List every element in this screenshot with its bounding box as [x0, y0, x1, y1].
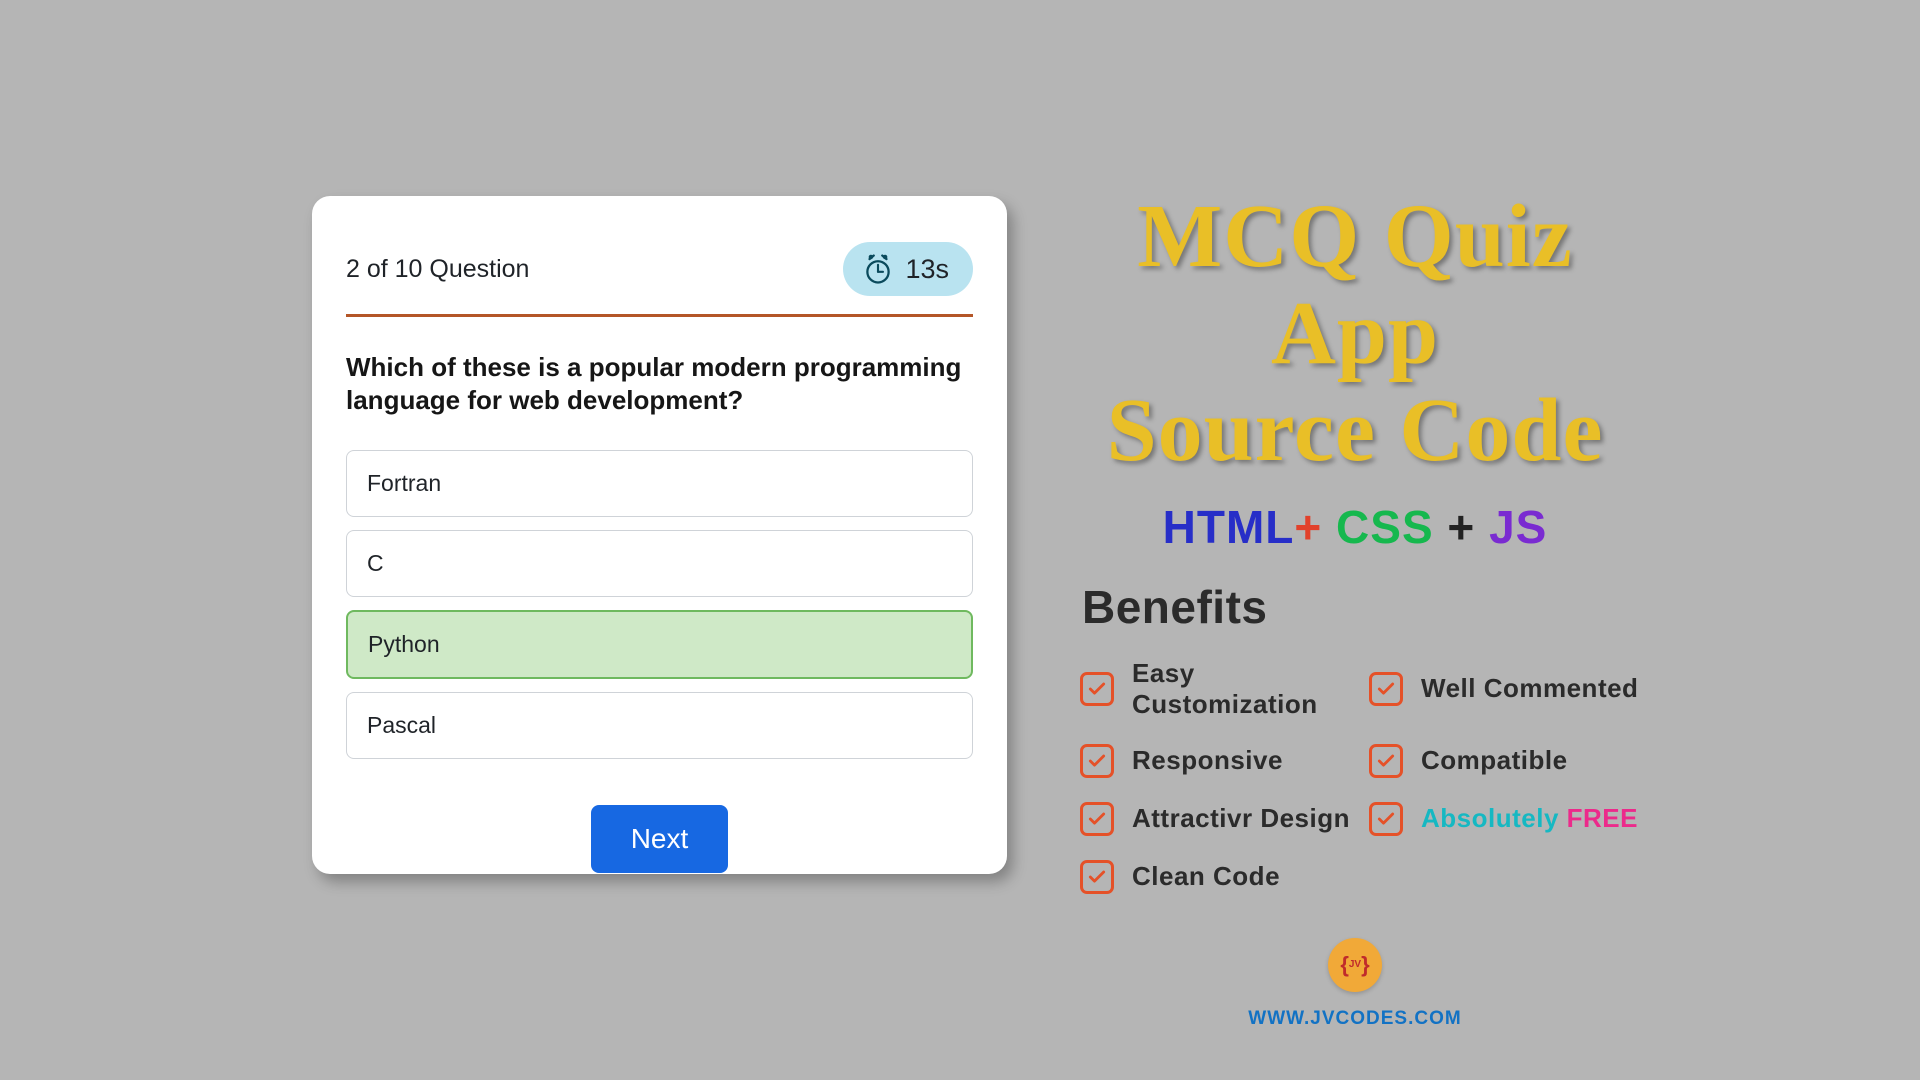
- benefit-label: Absolutely FREE: [1421, 803, 1638, 834]
- option-a[interactable]: Fortran: [346, 450, 973, 517]
- check-icon: [1080, 672, 1114, 706]
- site-url: WWW.JVCODES.COM: [1062, 1008, 1648, 1030]
- free-word: FREE: [1567, 803, 1638, 833]
- check-icon: [1369, 802, 1403, 836]
- brace-right-icon: }: [1361, 952, 1370, 978]
- promo-panel: MCQ Quiz App Source Code HTML+ CSS + JS …: [1062, 188, 1648, 888]
- quiz-card: 2 of 10 Question 13s Which of the: [312, 196, 1007, 874]
- check-icon: [1369, 744, 1403, 778]
- subtitle-css: CSS: [1336, 501, 1434, 553]
- promo-title-line2: Source Code: [1062, 382, 1648, 479]
- benefits-grid: Easy Customization Well Commented Respon…: [1080, 658, 1648, 894]
- benefit-clean-code: Clean Code: [1080, 860, 1359, 894]
- question-text: Which of these is a popular modern progr…: [346, 351, 973, 418]
- benefit-label: Attractivr Design: [1132, 803, 1350, 834]
- benefit-label: Easy Customization: [1132, 658, 1359, 720]
- timer-pill: 13s: [843, 242, 973, 296]
- check-icon: [1080, 802, 1114, 836]
- benefit-easy-customization: Easy Customization: [1080, 658, 1359, 720]
- check-icon: [1369, 672, 1403, 706]
- promo-subtitle: HTML+ CSS + JS: [1062, 500, 1648, 554]
- logo-text: JV: [1349, 959, 1361, 970]
- benefit-label: Compatible: [1421, 745, 1568, 776]
- benefit-well-commented: Well Commented: [1369, 658, 1648, 720]
- benefit-label: Well Commented: [1421, 673, 1638, 704]
- subtitle-plus1: +: [1294, 501, 1336, 553]
- options-list: Fortran C Python Pascal: [346, 450, 973, 759]
- benefit-absolutely-free: Absolutely FREE: [1369, 802, 1648, 836]
- benefit-attractive-design: Attractivr Design: [1080, 802, 1359, 836]
- benefit-responsive: Responsive: [1080, 744, 1359, 778]
- benefit-label: Clean Code: [1132, 861, 1280, 892]
- benefit-label: Responsive: [1132, 745, 1283, 776]
- subtitle-plus2: +: [1434, 501, 1489, 553]
- promo-title: MCQ Quiz App Source Code: [1062, 188, 1648, 480]
- timer-value: 13s: [905, 254, 949, 285]
- check-icon: [1080, 860, 1114, 894]
- promo-title-line1: MCQ Quiz App: [1062, 188, 1648, 382]
- option-c[interactable]: Python: [346, 610, 973, 679]
- benefits-heading: Benefits: [1082, 580, 1648, 634]
- jv-logo-icon: { JV }: [1328, 938, 1382, 992]
- option-d[interactable]: Pascal: [346, 692, 973, 759]
- brace-left-icon: {: [1340, 952, 1349, 978]
- option-b[interactable]: C: [346, 530, 973, 597]
- free-prefix: Absolutely: [1421, 803, 1567, 833]
- subtitle-js: JS: [1489, 501, 1547, 553]
- quiz-header: 2 of 10 Question 13s: [346, 242, 973, 296]
- clock-icon: [861, 252, 895, 286]
- next-button[interactable]: Next: [591, 805, 729, 873]
- check-icon: [1080, 744, 1114, 778]
- benefit-compatible: Compatible: [1369, 744, 1648, 778]
- header-divider: [346, 314, 973, 317]
- question-progress: 2 of 10 Question: [346, 255, 529, 284]
- subtitle-html: HTML: [1163, 501, 1295, 553]
- logo-block: { JV } WWW.JVCODES.COM: [1062, 938, 1648, 1030]
